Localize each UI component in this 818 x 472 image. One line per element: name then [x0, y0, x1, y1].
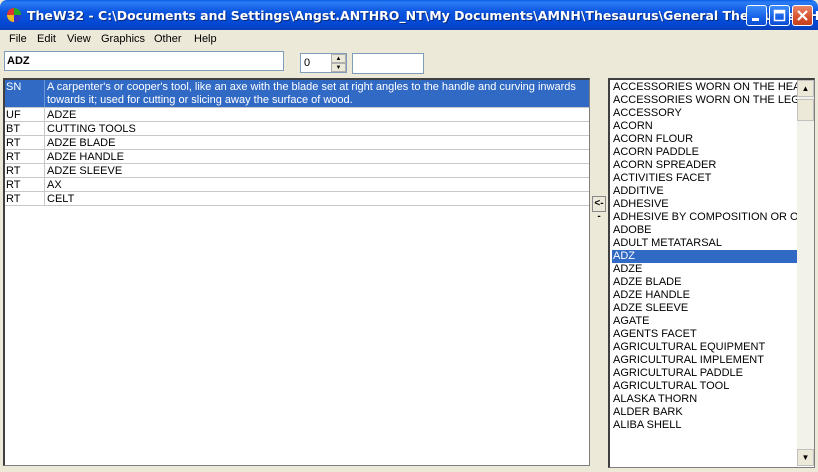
term-list-item[interactable]: ADULT METATARSAL: [612, 237, 797, 250]
down-arrow-icon: ▼: [335, 65, 342, 71]
column-divider: [44, 164, 45, 177]
column-divider: [44, 122, 45, 135]
close-button[interactable]: [792, 5, 813, 26]
relation-code: BT: [6, 123, 21, 135]
term-list-item[interactable]: ADOBE: [612, 224, 797, 237]
relation-value: CUTTING TOOLS: [47, 123, 136, 135]
scroll-down-button[interactable]: ▼: [797, 449, 814, 466]
term-list-item[interactable]: ADDITIVE: [612, 185, 797, 198]
level-value: 0: [304, 57, 311, 69]
relation-code: SN: [6, 81, 22, 93]
term-list-item[interactable]: AGATE: [612, 315, 797, 328]
term-list-item[interactable]: AGRICULTURAL TOOL: [612, 380, 797, 393]
column-divider: [44, 178, 45, 191]
up-arrow-icon: ▲: [801, 84, 810, 93]
column-divider: [44, 80, 45, 107]
menu-bar: File Edit View Graphics Other Help: [0, 30, 818, 49]
up-arrow-icon: ▲: [335, 56, 342, 62]
term-list-scrollbar[interactable]: ▲ ▼: [797, 80, 814, 466]
term-list-item[interactable]: AGENTS FACET: [612, 328, 797, 341]
spin-up-button[interactable]: ▲: [331, 54, 346, 63]
scroll-up-button[interactable]: ▲: [797, 80, 814, 97]
term-list-item[interactable]: ADZE BLADE: [612, 276, 797, 289]
menu-view[interactable]: View: [67, 33, 91, 45]
thew32-app-icon: [7, 8, 21, 22]
relation-value: CELT: [47, 193, 75, 205]
maximize-icon: [773, 9, 786, 22]
maximize-button[interactable]: [769, 5, 790, 26]
term-list-item[interactable]: ACORN FLOUR: [612, 133, 797, 146]
relation-value: ADZE SLEEVE: [47, 165, 123, 177]
minimize-button[interactable]: [746, 5, 767, 26]
relation-row[interactable]: RT AX: [5, 178, 589, 192]
minimize-icon: [752, 18, 759, 21]
relation-code: RT: [6, 193, 21, 205]
relation-row[interactable]: RT ADZE SLEEVE: [5, 164, 589, 178]
transfer-term-button[interactable]: <--: [592, 196, 606, 222]
term-list-item[interactable]: AGRICULTURAL EQUIPMENT: [612, 341, 797, 354]
term-list-item[interactable]: AGRICULTURAL PADDLE: [612, 367, 797, 380]
down-arrow-icon: ▼: [801, 453, 810, 462]
term-list-item[interactable]: ADZE HANDLE: [612, 289, 797, 302]
relation-value: AX: [47, 179, 62, 191]
term-list-item[interactable]: ACCESSORIES WORN ON THE HEAD: [612, 81, 797, 94]
term-list-item[interactable]: ADZE SLEEVE: [612, 302, 797, 315]
term-list-item[interactable]: ADZE: [612, 263, 797, 276]
term-list-item[interactable]: ALASKA THORN: [612, 393, 797, 406]
relation-row[interactable]: UF ADZE: [5, 108, 589, 122]
level-spinner[interactable]: 0 ▲ ▼: [300, 53, 347, 73]
column-divider: [44, 108, 45, 121]
term-list-item[interactable]: ADHESIVE: [612, 198, 797, 211]
relation-value: A carpenter's or cooper's tool, like an …: [47, 81, 576, 106]
menu-other[interactable]: Other: [154, 33, 182, 45]
term-list-item[interactable]: ADZ: [612, 250, 797, 263]
column-divider: [44, 150, 45, 163]
relation-code: UF: [6, 109, 21, 121]
term-list[interactable]: ACCESSORIES WORN ON THE HEAD ACCESSORIES …: [608, 78, 815, 468]
menu-graphics[interactable]: Graphics: [101, 33, 145, 45]
relation-value: ADZE BLADE: [47, 137, 116, 149]
relation-row[interactable]: RT CELT: [5, 192, 589, 206]
spin-down-button[interactable]: ▼: [331, 63, 346, 72]
menu-file[interactable]: File: [9, 33, 27, 45]
term-search-input[interactable]: ADZ: [4, 51, 284, 71]
relation-value: ADZE HANDLE: [47, 151, 125, 163]
relation-row[interactable]: BT CUTTING TOOLS: [5, 122, 589, 136]
column-divider: [44, 192, 45, 205]
term-list-item[interactable]: ADHESIVE BY COMPOSITION OR ORIGIN: [612, 211, 797, 224]
menu-help[interactable]: Help: [194, 33, 217, 45]
column-divider: [44, 136, 45, 149]
menu-edit[interactable]: Edit: [37, 33, 56, 45]
term-list-item[interactable]: ACTIVITIES FACET: [612, 172, 797, 185]
title-bar[interactable]: TheW32 - C:\Documents and Settings\Angst…: [0, 0, 818, 30]
aux-input[interactable]: [352, 53, 424, 74]
scroll-thumb[interactable]: [797, 99, 814, 121]
term-list-item[interactable]: ALDER BARK: [612, 406, 797, 419]
close-icon: [797, 10, 808, 21]
relation-code: RT: [6, 137, 21, 149]
term-list-item[interactable]: ALIBA SHELL: [612, 419, 797, 432]
relation-code: RT: [6, 179, 21, 191]
relation-code: RT: [6, 165, 21, 177]
relation-value: ADZE: [47, 109, 77, 121]
relation-code: RT: [6, 151, 21, 163]
term-list-item[interactable]: ACCESSORY: [612, 107, 797, 120]
term-list-item[interactable]: ACORN: [612, 120, 797, 133]
term-list-item[interactable]: AGRICULTURAL IMPLEMENT: [612, 354, 797, 367]
term-list-item[interactable]: ACORN SPREADER: [612, 159, 797, 172]
relation-row[interactable]: SN A carpenter's or cooper's tool, like …: [5, 80, 589, 108]
relation-row[interactable]: RT ADZE BLADE: [5, 136, 589, 150]
term-list-item[interactable]: ACCESSORIES WORN ON THE LEGS: [612, 94, 797, 107]
window-title: TheW32 - C:\Documents and Settings\Angst…: [27, 8, 818, 23]
term-list-item[interactable]: ACORN PADDLE: [612, 146, 797, 159]
relation-row[interactable]: RT ADZE HANDLE: [5, 150, 589, 164]
relations-grid[interactable]: SN A carpenter's or cooper's tool, like …: [3, 78, 590, 466]
